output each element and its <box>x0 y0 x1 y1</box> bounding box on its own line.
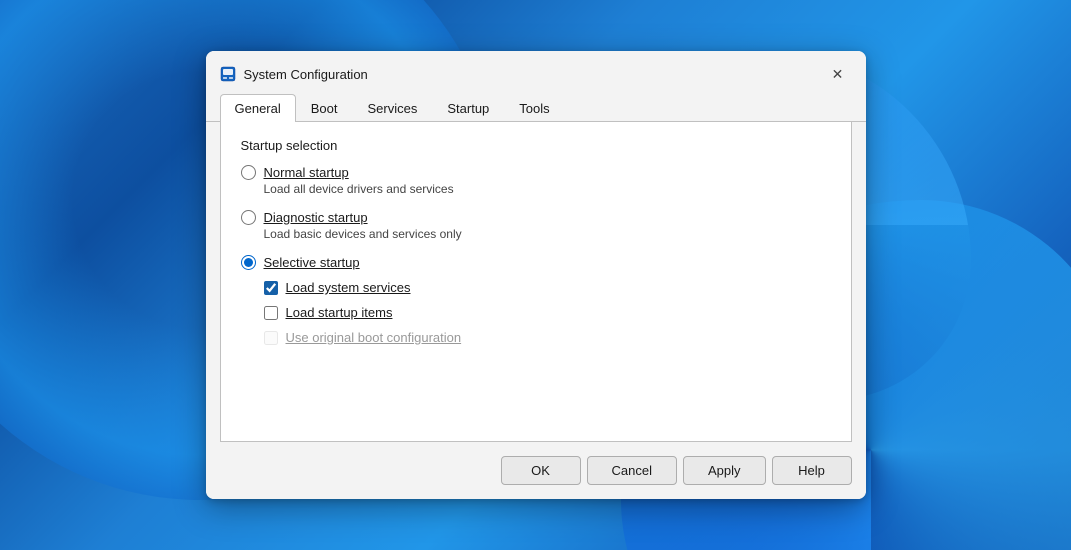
section-title: Startup selection <box>241 138 831 153</box>
tab-services[interactable]: Services <box>353 94 433 122</box>
content-area: Startup selection Normal startup Load al… <box>220 122 852 442</box>
dialog-title: System Configuration <box>244 67 368 82</box>
tabs-area: General Boot Services Startup Tools <box>206 85 866 122</box>
load-system-services-checkbox[interactable] <box>264 281 278 295</box>
help-button[interactable]: Help <box>772 456 852 485</box>
ok-button[interactable]: OK <box>501 456 581 485</box>
button-area: OK Cancel Apply Help <box>206 442 866 499</box>
diagnostic-startup-desc: Load basic devices and services only <box>264 227 831 241</box>
load-startup-items-row: Load startup items <box>264 305 831 320</box>
cancel-button[interactable]: Cancel <box>587 456 677 485</box>
selective-startup-radio[interactable] <box>241 255 256 270</box>
diagnostic-startup-option: Diagnostic startup Load basic devices an… <box>241 210 831 241</box>
system-config-icon <box>220 66 236 82</box>
normal-startup-label[interactable]: Normal startup <box>264 165 349 180</box>
load-startup-items-checkbox[interactable] <box>264 306 278 320</box>
close-button[interactable]: ✕ <box>824 63 852 85</box>
titlebar-left: System Configuration <box>220 66 368 82</box>
normal-startup-option: Normal startup Load all device drivers a… <box>241 165 831 196</box>
apply-button[interactable]: Apply <box>683 456 766 485</box>
tab-boot[interactable]: Boot <box>296 94 353 122</box>
use-original-boot-row: Use original boot configuration <box>264 330 831 345</box>
titlebar: System Configuration ✕ <box>206 51 866 85</box>
diagnostic-startup-label[interactable]: Diagnostic startup <box>264 210 368 225</box>
tab-tools[interactable]: Tools <box>504 94 564 122</box>
system-config-dialog: System Configuration ✕ General Boot Serv… <box>206 51 866 499</box>
use-original-boot-label: Use original boot configuration <box>286 330 462 345</box>
load-startup-items-label[interactable]: Load startup items <box>286 305 393 320</box>
dialog-overlay: System Configuration ✕ General Boot Serv… <box>0 0 1071 550</box>
selective-startup-option: Selective startup Load system services L… <box>241 255 831 345</box>
load-system-services-label[interactable]: Load system services <box>286 280 411 295</box>
diagnostic-startup-row: Diagnostic startup <box>241 210 831 225</box>
use-original-boot-checkbox <box>264 331 278 345</box>
normal-startup-radio[interactable] <box>241 165 256 180</box>
tab-general[interactable]: General <box>220 94 296 122</box>
diagnostic-startup-radio[interactable] <box>241 210 256 225</box>
tab-startup[interactable]: Startup <box>432 94 504 122</box>
selective-startup-label[interactable]: Selective startup <box>264 255 360 270</box>
startup-options: Normal startup Load all device drivers a… <box>241 165 831 345</box>
selective-startup-row: Selective startup <box>241 255 831 270</box>
sub-options: Load system services Load startup items … <box>264 280 831 345</box>
normal-startup-desc: Load all device drivers and services <box>264 182 831 196</box>
load-system-services-row: Load system services <box>264 280 831 295</box>
normal-startup-row: Normal startup <box>241 165 831 180</box>
